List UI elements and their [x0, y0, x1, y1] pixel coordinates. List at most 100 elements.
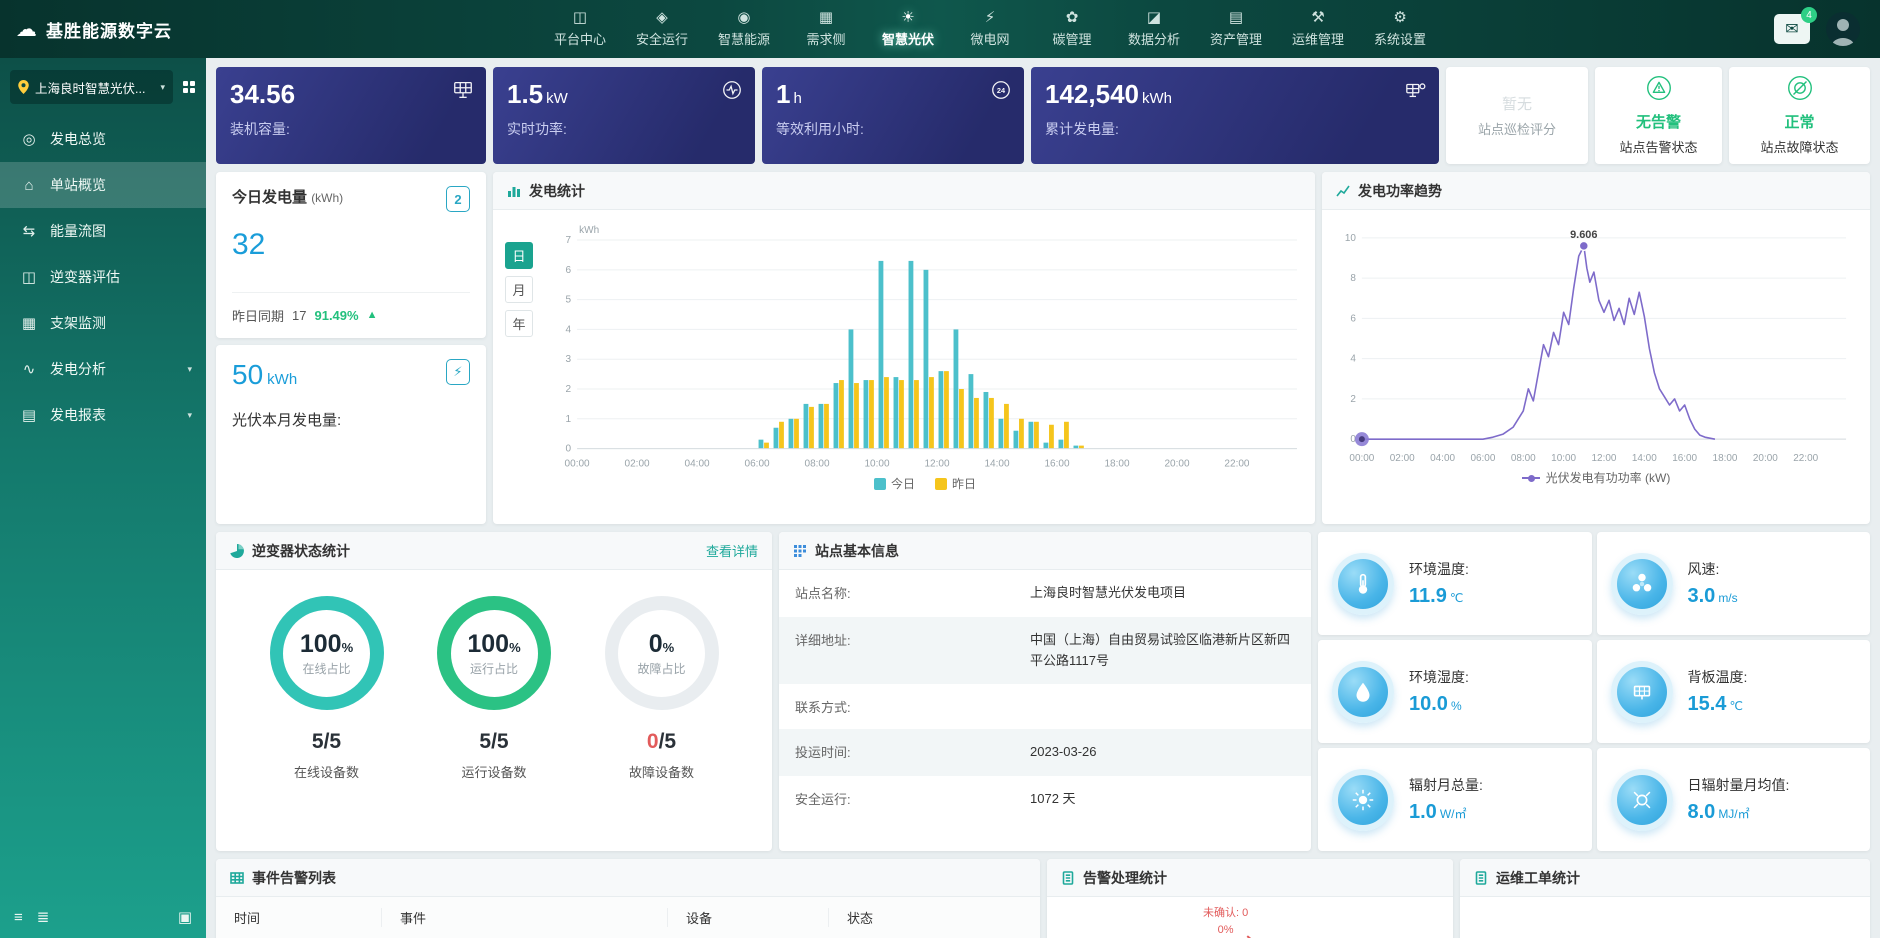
panel-header: 运维工单统计 — [1460, 859, 1870, 897]
legend-series[interactable]: 今日 — [874, 475, 915, 492]
sidebar-item-energy-flow[interactable]: ⇆能量流图 — [0, 208, 206, 254]
nav-item-platform-center[interactable]: ◫平台中心 — [554, 10, 606, 48]
sidebar-item-inverter-evaluation[interactable]: ◫逆变器评估 — [0, 254, 206, 300]
panel-power-trend: 发电功率趋势 024681000:0002:0004:0006:0008:001… — [1322, 172, 1870, 524]
kpi-value: 1 — [776, 79, 790, 109]
svg-text:6: 6 — [1350, 313, 1356, 324]
alarm-status-label: 站点告警状态 — [1619, 137, 1697, 156]
location-pin-icon — [18, 80, 29, 94]
panel-work-order-stats: 运维工单统计 — [1460, 859, 1870, 938]
unconfirmed-alarm-note: 未确认: 0 0% — [1203, 905, 1248, 938]
collapse-sidebar-icon[interactable]: ≡ — [14, 909, 23, 926]
env-value: 15.4℃ — [1688, 693, 1748, 716]
environment-grid: 环境温度: 11.9℃ 风速: 3.0m/s 环境湿度: 10.0% — [1318, 532, 1870, 851]
nav-item-smart-pv[interactable]: ☀智慧光伏 — [882, 10, 934, 48]
station-grid-icon[interactable] — [182, 80, 196, 94]
generation-chart-body: 日 月 年 01234567kWh00:0002:0004:0006:0008:… — [493, 210, 1315, 524]
nav-item-carbon-management[interactable]: ✿碳管理 — [1046, 10, 1098, 48]
sidebar-footer: ≡ ≣ ▣ — [0, 896, 206, 938]
env-card-wind-speed: 风速: 3.0m/s — [1597, 532, 1871, 635]
event-table: 时间 事件 设备 状态 — [216, 897, 1040, 938]
windows-icon[interactable]: ▣ — [178, 908, 192, 926]
info-row-site-name: 站点名称:上海良时智慧光伏发电项目 — [779, 570, 1311, 617]
nav-item-om-management[interactable]: ⚒运维管理 — [1292, 10, 1344, 48]
sidebar-item-generation-overview[interactable]: ◎发电总览 — [0, 116, 206, 162]
platform-icon: ◫ — [573, 10, 587, 25]
panel-title: 逆变器状态统计 — [252, 541, 350, 561]
svg-text:04:00: 04:00 — [1430, 453, 1455, 464]
bar-chart-icon — [507, 184, 521, 198]
fault-status-label: 站点故障状态 — [1760, 137, 1838, 156]
column-device: 设备 — [667, 908, 828, 927]
line-marker-icon — [1522, 477, 1540, 479]
inverter-icon: ◫ — [20, 268, 38, 286]
view-details-link[interactable]: 查看详情 — [706, 541, 758, 560]
up-arrow-icon: ▲ — [367, 309, 378, 321]
alarm-status-value: 无告警 — [1636, 111, 1681, 132]
legend-series[interactable]: 昨日 — [935, 475, 976, 492]
nav-item-data-analysis[interactable]: ◪数据分析 — [1128, 10, 1180, 48]
svg-text:2: 2 — [1350, 394, 1356, 405]
gauge-icon: ◎ — [20, 130, 38, 148]
gear-icon: ⚙ — [1393, 10, 1406, 25]
energy-doc-icon: ⚡ — [446, 359, 470, 385]
kpi-label: 实时功率: — [507, 119, 741, 139]
nav-item-system-settings[interactable]: ⚙系统设置 — [1374, 10, 1426, 48]
solar-panel-icon — [1611, 661, 1673, 723]
nav-item-asset-management[interactable]: ▤资产管理 — [1210, 10, 1262, 48]
svg-text:02:00: 02:00 — [1390, 453, 1415, 464]
generation-chart: 01234567kWh00:0002:0004:0006:0008:0010:0… — [543, 222, 1307, 524]
nav-item-smart-energy[interactable]: ◉智慧能源 — [718, 10, 770, 48]
messages-button[interactable]: ✉ 4 — [1774, 14, 1810, 44]
trend-icon — [1336, 184, 1350, 198]
period-tabs: 日 月 年 — [505, 242, 533, 524]
topbar: ☁ 基胜能源数字云 ◫平台中心 ◈安全运行 ◉智慧能源 ▦需求侧 ☀智慧光伏 ⚡… — [0, 0, 1880, 58]
svg-text:02:00: 02:00 — [625, 459, 650, 470]
flow-icon: ⇆ — [20, 222, 38, 240]
kpi-value: 34.56 — [230, 79, 295, 109]
donut-fault: 0% 故障占比 0/5 故障设备数 — [605, 596, 719, 851]
tab-year[interactable]: 年 — [505, 310, 533, 337]
svg-text:00:00: 00:00 — [565, 459, 590, 470]
brand: ☁ 基胜能源数字云 — [0, 17, 206, 42]
nav-item-microgrid[interactable]: ⚡微电网 — [964, 10, 1016, 48]
svg-text:24: 24 — [997, 86, 1006, 95]
panel-title: 发电功率趋势 — [1358, 181, 1442, 201]
legend-list-icon[interactable]: ≣ — [37, 908, 50, 926]
legend-pv-active-power[interactable]: 光伏发电有功功率 (kW) — [1522, 469, 1671, 486]
fault-status-value: 正常 — [1784, 111, 1814, 132]
main-content: 34.56 装机容量: 1.5kW 实时功率: 1h 等效利用小时: 24 14… — [206, 58, 1880, 938]
svg-text:12:00: 12:00 — [924, 459, 949, 470]
sidebar: 上海良时智慧光伏... ▾ ◎发电总览 ⌂单站概览 ⇆能量流图 ◫逆变器评估 ▦… — [0, 58, 206, 938]
pie-icon — [230, 544, 244, 558]
generation-legend: 今日 昨日 — [543, 475, 1307, 500]
env-card-ambient-temperature: 环境温度: 11.9℃ — [1318, 532, 1592, 635]
topbar-right: ✉ 4 — [1774, 12, 1880, 46]
svg-text:6: 6 — [566, 265, 572, 276]
fan-icon — [1611, 553, 1673, 615]
panel-header: 事件告警列表 — [216, 859, 1040, 897]
card-alarm-status: 无告警 站点告警状态 — [1595, 67, 1722, 164]
nav-item-safe-operation[interactable]: ◈安全运行 — [636, 10, 688, 48]
sidebar-item-generation-analysis[interactable]: ∿发电分析▾ — [0, 346, 206, 392]
nav-item-demand-side[interactable]: ▦需求侧 — [800, 10, 852, 48]
panel-site-info: 站点基本信息 站点名称:上海良时智慧光伏发电项目 详细地址:中国（上海）自由贸易… — [779, 532, 1311, 851]
sidebar-item-generation-reports[interactable]: ▤发电报表▾ — [0, 392, 206, 438]
station-selector[interactable]: 上海良时智慧光伏... ▾ — [10, 70, 173, 104]
kpi-equivalent-hours: 1h 等效利用小时: 24 — [762, 67, 1024, 164]
panel-header: 发电功率趋势 — [1322, 172, 1870, 210]
solar-icon: ☀ — [901, 10, 914, 25]
sun-icon — [1332, 769, 1394, 831]
tab-day[interactable]: 日 — [505, 242, 533, 269]
sidebar-item-single-station-overview[interactable]: ⌂单站概览 — [0, 162, 206, 208]
panel-mount-icon: ▦ — [20, 314, 38, 332]
event-table-header: 时间 事件 设备 状态 — [216, 897, 1040, 938]
panel-header: 告警处理统计 — [1047, 859, 1453, 897]
sidebar-item-mount-monitoring[interactable]: ▦支架监测 — [0, 300, 206, 346]
svg-text:16:00: 16:00 — [1044, 459, 1069, 470]
tab-month[interactable]: 月 — [505, 276, 533, 303]
user-avatar[interactable] — [1826, 12, 1860, 46]
work-order-body — [1460, 897, 1870, 938]
home-icon: ⌂ — [20, 177, 38, 194]
generation-bar-chart: 01234567kWh00:0002:0004:0006:0008:0010:0… — [543, 222, 1307, 475]
